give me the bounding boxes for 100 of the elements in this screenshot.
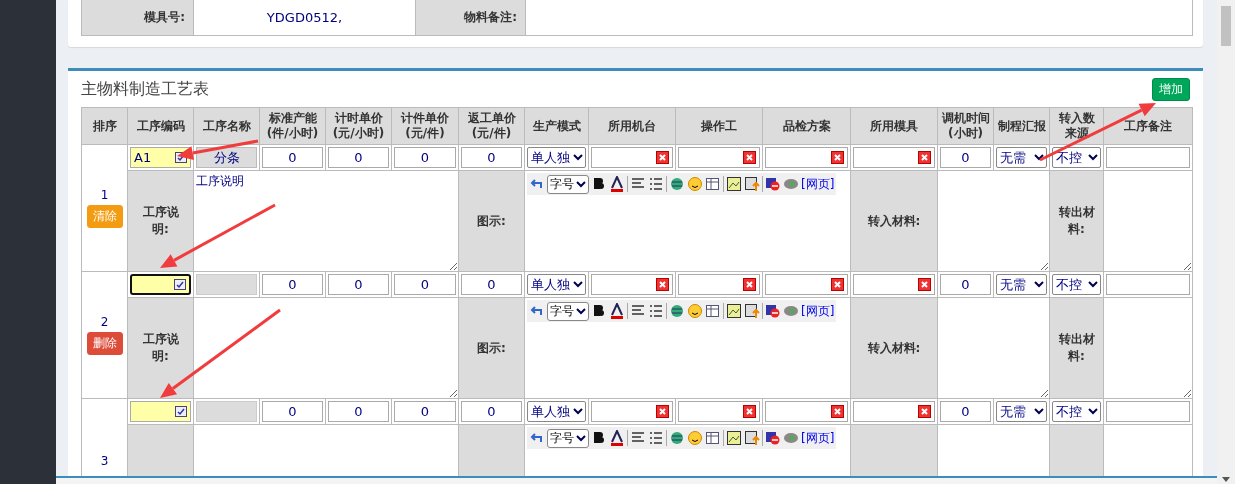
picker-field[interactable] — [853, 274, 935, 295]
picker-field[interactable] — [591, 274, 673, 295]
smiley-icon[interactable] — [687, 430, 703, 446]
input-material-label: 转入材料: — [850, 170, 938, 272]
upload-icon[interactable] — [744, 176, 760, 192]
clear-icon[interactable] — [656, 278, 669, 291]
webpage-link[interactable]: [网页] — [801, 175, 835, 193]
remark-field[interactable] — [1106, 147, 1190, 168]
flag-icon[interactable] — [765, 176, 781, 192]
picker-field[interactable] — [765, 274, 848, 295]
clear-icon[interactable] — [743, 151, 756, 164]
number-field[interactable]: 0 — [940, 274, 991, 295]
flag-icon[interactable] — [765, 430, 781, 446]
upload-icon[interactable] — [744, 430, 760, 446]
font-color-icon[interactable] — [609, 430, 625, 446]
remark-field[interactable] — [1106, 401, 1190, 422]
clear-icon[interactable] — [831, 405, 844, 418]
number-field[interactable]: 0 — [940, 147, 991, 168]
picker-field[interactable] — [678, 147, 760, 168]
clear-icon[interactable] — [743, 278, 756, 291]
picker-icon[interactable] — [174, 279, 186, 290]
picker-field[interactable] — [678, 401, 760, 422]
clear-icon[interactable] — [831, 151, 844, 164]
report-select[interactable]: 无需 — [996, 147, 1047, 168]
list-icon[interactable] — [648, 430, 664, 446]
code-field[interactable]: A1 — [130, 147, 191, 168]
chevron-icon — [576, 434, 586, 442]
number-field[interactable]: 0 — [461, 274, 522, 295]
clear-icon[interactable] — [831, 278, 844, 291]
list-icon[interactable] — [648, 176, 664, 192]
picker-field[interactable] — [853, 401, 935, 422]
number-field[interactable]: 0 — [262, 274, 323, 295]
number-field[interactable]: 0 — [262, 147, 323, 168]
number-field[interactable]: 0 — [461, 401, 522, 422]
scrollbar-thumb[interactable] — [1221, 6, 1231, 46]
number-field[interactable]: 0 — [262, 401, 323, 422]
bold-icon[interactable] — [591, 430, 607, 446]
rich-text-editor[interactable]: 字号 [网页] — [524, 297, 851, 399]
description-field[interactable]: 工序说明 — [194, 171, 458, 271]
image-icon[interactable] — [726, 303, 742, 319]
font-color-icon[interactable] — [609, 303, 625, 319]
mode-select[interactable]: 单人独 — [527, 401, 586, 422]
image-icon[interactable] — [726, 176, 742, 192]
webpage-link[interactable]: [网页] — [801, 429, 835, 447]
mode-select[interactable]: 单人独 — [527, 147, 586, 168]
smiley-icon[interactable] — [687, 176, 703, 192]
bold-icon[interactable] — [591, 303, 607, 319]
globe-icon[interactable] — [669, 303, 685, 319]
globe-icon[interactable] — [669, 430, 685, 446]
list-icon[interactable] — [648, 303, 664, 319]
table-icon[interactable] — [705, 303, 721, 319]
font-color-icon[interactable] — [609, 176, 625, 192]
webpage-link[interactable]: [网页] — [801, 302, 835, 320]
picker-field[interactable] — [765, 147, 848, 168]
number-field[interactable]: 0 — [394, 401, 456, 422]
globe-icon[interactable] — [669, 176, 685, 192]
bold-icon[interactable] — [591, 176, 607, 192]
source-select[interactable]: 不控 — [1052, 274, 1101, 295]
smiley-icon[interactable] — [687, 303, 703, 319]
scroll-down-icon[interactable] — [1222, 477, 1230, 482]
code-field[interactable] — [130, 401, 191, 422]
report-select[interactable]: 无需 — [996, 274, 1047, 295]
font-size-select[interactable]: 字号 — [547, 174, 589, 194]
upload-icon[interactable] — [744, 303, 760, 319]
picker-field[interactable] — [678, 274, 760, 295]
picker-icon[interactable] — [175, 406, 187, 417]
process-name-button[interactable]: 分条 — [196, 147, 257, 168]
image-icon[interactable] — [726, 430, 742, 446]
clear-icon[interactable] — [743, 405, 756, 418]
clear-icon[interactable] — [656, 151, 669, 164]
clear-icon[interactable] — [918, 405, 931, 418]
number-field[interactable]: 0 — [394, 147, 456, 168]
rich-text-editor[interactable]: 字号 [网页] — [524, 170, 851, 272]
flag-icon[interactable] — [765, 303, 781, 319]
number-field[interactable]: 0 — [394, 274, 456, 295]
picker-field[interactable] — [853, 147, 935, 168]
picker-field[interactable] — [591, 401, 673, 422]
number-field[interactable]: 0 — [940, 401, 991, 422]
number-field[interactable]: 0 — [461, 147, 522, 168]
clear-icon[interactable] — [918, 151, 931, 164]
clear-icon[interactable] — [656, 405, 669, 418]
section-title: 主物料制造工艺表 — [81, 78, 209, 100]
table-icon[interactable] — [705, 430, 721, 446]
picker-field[interactable] — [765, 401, 848, 422]
code-field[interactable] — [130, 274, 191, 295]
source-select[interactable]: 不控 — [1052, 401, 1101, 422]
clear-icon[interactable] — [918, 278, 931, 291]
mode-select[interactable]: 单人独 — [527, 274, 586, 295]
font-size-select[interactable]: 字号 — [547, 428, 589, 448]
font-size-select[interactable]: 字号 — [547, 301, 589, 321]
field-value: YDGD0512, — [193, 0, 416, 36]
remark-field[interactable] — [1106, 274, 1190, 295]
report-select[interactable]: 无需 — [996, 401, 1047, 422]
number-field[interactable]: 0 — [328, 274, 389, 295]
source-select[interactable]: 不控 — [1052, 147, 1101, 168]
delete-button[interactable]: 删除 — [86, 332, 123, 355]
table-icon[interactable] — [705, 176, 721, 192]
number-field[interactable]: 0 — [328, 147, 389, 168]
number-field[interactable]: 0 — [328, 401, 389, 422]
picker-field[interactable] — [591, 147, 673, 168]
